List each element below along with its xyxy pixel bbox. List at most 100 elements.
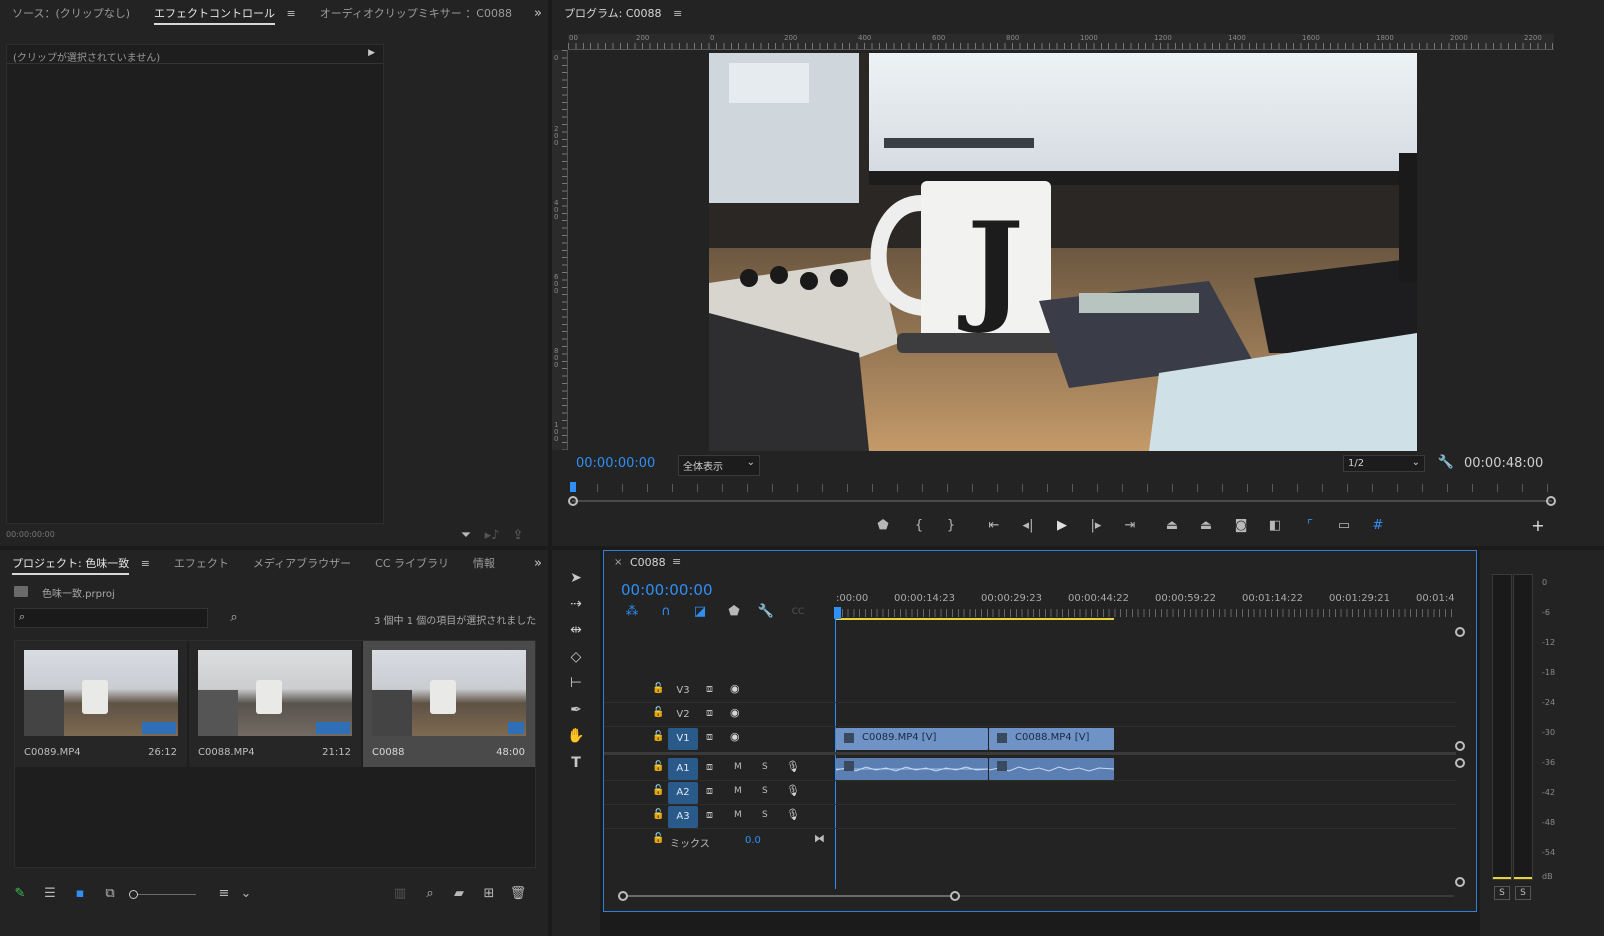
mark-in-icon[interactable]: { [909, 516, 929, 536]
lock-icon[interactable]: 🔓 [652, 683, 664, 694]
type-tool-icon[interactable]: T [565, 752, 587, 774]
program-video-frame[interactable]: J [709, 53, 1417, 451]
tab-media-browser[interactable]: メディアブラウザー [241, 550, 363, 578]
project-item[interactable]: C0089.MP4 26:12 [15, 641, 187, 767]
lock-icon[interactable]: 🔓 [652, 731, 664, 742]
solo-button[interactable]: S [762, 810, 768, 820]
sync-lock-icon[interactable]: ⧈ [706, 784, 713, 798]
solo-left-button[interactable]: S [1494, 886, 1510, 900]
add-marker-icon[interactable]: ⬟ [873, 516, 893, 536]
panel-menu-icon[interactable]: ≡ [673, 0, 682, 28]
microphone-icon[interactable]: 🎙 [786, 808, 800, 821]
play-icon[interactable]: ▶ [1052, 516, 1072, 536]
scroll-handle-right[interactable] [1546, 496, 1556, 506]
video-scroll-handle-bottom[interactable] [1455, 741, 1465, 751]
sync-lock-icon[interactable]: ⧈ [706, 730, 713, 744]
panel-overflow-icon[interactable]: » [534, 6, 542, 21]
playhead-marker-icon[interactable] [570, 482, 576, 492]
wrench-settings-icon[interactable]: 🔧 [756, 602, 776, 622]
mute-button[interactable]: M [734, 762, 742, 772]
tab-info[interactable]: 情報 [461, 550, 507, 578]
camera-icon[interactable]: ◙ [1231, 516, 1251, 536]
audio-scroll-handle-top[interactable] [1455, 758, 1465, 768]
track-label-a3[interactable]: A3 [668, 806, 698, 828]
tab-effect-controls[interactable]: エフェクトコントロール ≡ [142, 0, 308, 28]
go-to-end-icon[interactable]: ⧓ [814, 832, 825, 845]
timeline-timecode[interactable]: 00:00:00:00 [621, 581, 713, 599]
expand-triangle-icon[interactable]: ▶ [368, 48, 375, 58]
playhead-marker-icon[interactable] [834, 607, 841, 619]
icon-view-icon[interactable]: ▪ [70, 884, 90, 904]
freeform-view-icon[interactable]: ⧉ [100, 884, 120, 904]
program-zoom-scrollbar[interactable] [568, 496, 1556, 506]
solo-button[interactable]: S [762, 786, 768, 796]
selection-tool-icon[interactable]: ➤ [565, 567, 587, 589]
scroll-handle-left[interactable] [568, 496, 578, 506]
sort-icon[interactable]: ≡ [214, 884, 234, 904]
pen-tool-icon[interactable]: ✒ [565, 699, 587, 721]
linked-selection-icon[interactable]: ◪ [690, 602, 710, 622]
lock-icon[interactable]: 🔓 [652, 833, 664, 844]
zoom-dropdown[interactable]: 全体表示 ⌄ [678, 455, 760, 476]
project-item[interactable]: C0088.MP4 21:12 [189, 641, 361, 767]
project-item-selected[interactable]: C0088 48:00 [363, 641, 535, 767]
eye-icon[interactable]: ◉ [730, 730, 740, 743]
safe-margins-icon[interactable]: ⌜ [1300, 516, 1320, 536]
lock-icon[interactable]: 🔓 [652, 785, 664, 796]
step-forward-icon[interactable]: |▸ [1086, 516, 1106, 536]
scroll-handle-left[interactable] [618, 891, 628, 901]
new-bin-icon[interactable]: ▰ [449, 884, 469, 904]
sync-lock-icon[interactable]: ⧈ [706, 808, 713, 822]
track-select-tool-icon[interactable]: ⇢ [565, 593, 587, 615]
list-view-icon[interactable]: ☰ [40, 884, 60, 904]
find-in-bin-icon[interactable]: ⌕ [224, 608, 244, 628]
ripple-edit-tool-icon[interactable]: ⇹ [565, 619, 587, 641]
audio-scroll-handle-bottom[interactable] [1455, 877, 1465, 887]
sequence-tab-label[interactable]: C0088 [630, 556, 666, 569]
work-area-bar[interactable] [836, 618, 1114, 620]
lock-icon[interactable]: 🔓 [652, 761, 664, 772]
microphone-icon[interactable]: 🎙 [786, 760, 800, 773]
track-label-v2[interactable]: V2 [668, 704, 698, 726]
mute-button[interactable]: M [734, 810, 742, 820]
tab-effects[interactable]: エフェクト [162, 550, 241, 578]
extract-icon[interactable]: ⏏ [1196, 516, 1216, 536]
filter-icon[interactable]: ⏷ [456, 526, 476, 546]
video-clip-c0088[interactable]: C0088.MP4 [V] [989, 728, 1114, 750]
hand-tool-icon[interactable]: ✋ [565, 725, 587, 747]
razor-tool-icon[interactable]: ◇ [565, 646, 587, 668]
sync-lock-icon[interactable]: ⧈ [706, 760, 713, 774]
panel-menu-icon[interactable]: ≡ [287, 0, 296, 28]
mute-button[interactable]: M [734, 786, 742, 796]
track-label-v3[interactable]: V3 [668, 680, 698, 702]
resolution-dropdown[interactable]: 1/2 ⌄ [1343, 455, 1425, 472]
add-button-icon[interactable]: + [1528, 516, 1548, 536]
step-back-icon[interactable]: ◂| [1018, 516, 1038, 536]
add-marker-icon[interactable]: ⬟ [724, 602, 744, 622]
trash-icon[interactable]: 🗑 [508, 884, 528, 904]
eye-icon[interactable]: ◉ [730, 682, 740, 695]
tab-source[interactable]: ソース：(クリップなし) [0, 0, 142, 28]
timeline-zoom-scrollbar[interactable] [618, 891, 1454, 901]
project-search-input[interactable]: ⌕ [14, 608, 208, 628]
wrench-settings-icon[interactable]: 🔧 [1436, 453, 1456, 473]
program-scrub-bar[interactable] [570, 482, 1552, 494]
microphone-icon[interactable]: 🎙 [786, 784, 800, 797]
scroll-handle-right[interactable] [950, 891, 960, 901]
tab-program[interactable]: プログラム: C0088 ≡ [552, 0, 694, 28]
tab-project[interactable]: プロジェクト: 色味一致 ≡ [0, 550, 162, 578]
panel-menu-icon[interactable]: ≡ [672, 555, 681, 568]
nest-icon[interactable]: ⁂ [622, 602, 642, 622]
video-audio-divider[interactable] [604, 752, 1456, 755]
go-to-in-icon[interactable]: ⇤ [984, 516, 1004, 536]
panel-overflow-icon[interactable]: » [534, 556, 542, 571]
new-item-icon[interactable]: ⊞ [479, 884, 499, 904]
video-scroll-handle-top[interactable] [1455, 627, 1465, 637]
solo-button[interactable]: S [762, 762, 768, 772]
find-icon[interactable]: ⌕ [420, 884, 440, 904]
mix-value[interactable]: 0.0 [745, 835, 761, 846]
chevron-down-icon[interactable]: ⌄ [236, 884, 256, 904]
comparison-view-icon[interactable]: ◧ [1265, 516, 1285, 536]
audio-clip-c0089[interactable] [836, 758, 988, 780]
eye-icon[interactable]: ◉ [730, 706, 740, 719]
